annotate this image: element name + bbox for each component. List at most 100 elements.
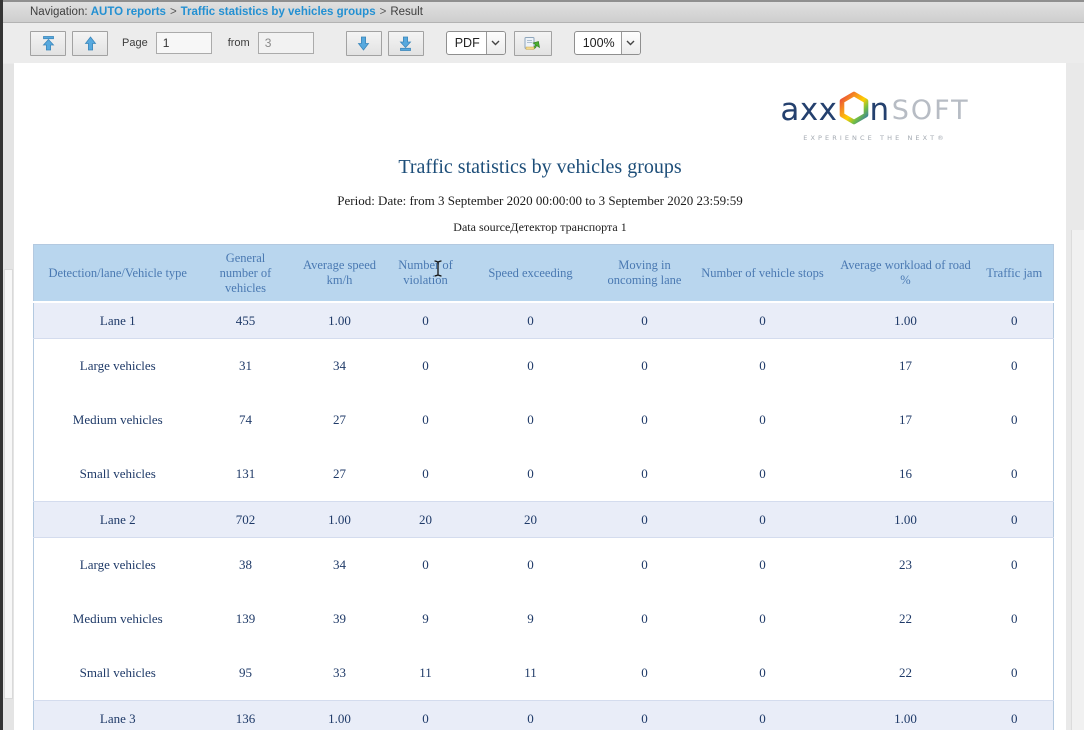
table-cell: 1.00 bbox=[290, 502, 390, 538]
table-cell: 17 bbox=[836, 393, 976, 447]
next-page-button[interactable] bbox=[346, 31, 382, 56]
table-row-lane-2: Lane 27021.002020001.000 bbox=[34, 502, 1054, 538]
logo-text-left: axx bbox=[780, 95, 837, 126]
table-cell: 0 bbox=[462, 447, 600, 502]
table-cell: 139 bbox=[202, 592, 290, 646]
breadcrumb-link-traffic-statistics[interactable]: Traffic statistics by vehicles groups bbox=[181, 6, 376, 18]
table-row-lane-1: Lane 14551.0000001.000 bbox=[34, 302, 1054, 339]
column-header: Moving in oncoming lane bbox=[600, 245, 690, 303]
table-cell: 95 bbox=[202, 646, 290, 701]
table-cell: 20 bbox=[462, 502, 600, 538]
total-pages-field bbox=[258, 32, 314, 54]
arrow-down-to-line-icon bbox=[399, 36, 412, 51]
table-row-medium-vehicles: Medium vehicles139399900220 bbox=[34, 592, 1054, 646]
table-cell: 0 bbox=[690, 447, 836, 502]
logo-text-soft: SOFT bbox=[892, 97, 970, 124]
table-cell: 0 bbox=[976, 701, 1054, 730]
table-cell: Lane 2 bbox=[34, 502, 202, 538]
table-cell: 0 bbox=[976, 302, 1054, 339]
table-cell: 1.00 bbox=[290, 701, 390, 730]
zoom-value: 100% bbox=[575, 36, 621, 50]
report-datasource: Data sourceДетектор транспорта 1 bbox=[14, 220, 1066, 235]
table-cell: Small vehicles bbox=[34, 646, 202, 701]
table-cell: 136 bbox=[202, 701, 290, 730]
table-cell: 0 bbox=[976, 646, 1054, 701]
table-cell: 0 bbox=[600, 339, 690, 394]
table-row-small-vehicles: Small vehicles9533111100220 bbox=[34, 646, 1054, 701]
arrow-up-icon bbox=[84, 36, 97, 51]
table-cell: 34 bbox=[290, 538, 390, 593]
table-cell: 0 bbox=[976, 447, 1054, 502]
table-cell: 455 bbox=[202, 302, 290, 339]
column-header: Average workload of road % bbox=[836, 245, 976, 303]
table-cell: 0 bbox=[462, 302, 600, 339]
column-header: Traffic jam bbox=[976, 245, 1054, 303]
page-label: Page bbox=[122, 37, 148, 49]
breadcrumb-current: Result bbox=[390, 6, 423, 18]
table-cell: 0 bbox=[390, 538, 462, 593]
table-cell: 0 bbox=[976, 393, 1054, 447]
table-cell: 0 bbox=[976, 538, 1054, 593]
toolbar: Page from PDF bbox=[3, 23, 1084, 63]
breadcrumb-label: Navigation: bbox=[30, 6, 91, 18]
table-cell: 9 bbox=[390, 592, 462, 646]
table-cell: 702 bbox=[202, 502, 290, 538]
first-page-button[interactable] bbox=[30, 31, 66, 56]
table-cell: Large vehicles bbox=[34, 339, 202, 394]
table-cell: 0 bbox=[462, 538, 600, 593]
column-header: General number of vehicles bbox=[202, 245, 290, 303]
table-cell: 0 bbox=[690, 592, 836, 646]
table-cell: 0 bbox=[462, 339, 600, 394]
axxonsoft-logo: axx bbox=[772, 91, 978, 142]
last-page-button[interactable] bbox=[388, 31, 424, 56]
table-cell: 27 bbox=[290, 393, 390, 447]
table-cell: 17 bbox=[836, 339, 976, 394]
table-cell: 0 bbox=[690, 538, 836, 593]
table-cell: 0 bbox=[390, 701, 462, 730]
right-scrollbar-track[interactable] bbox=[1071, 230, 1084, 730]
report-period: Period: Date: from 3 September 2020 00:0… bbox=[14, 193, 1066, 209]
column-header: Number of vehicle stops bbox=[690, 245, 836, 303]
table-cell: Large vehicles bbox=[34, 538, 202, 593]
column-header: Average speed km/h bbox=[290, 245, 390, 303]
table-cell: 0 bbox=[690, 646, 836, 701]
table-cell: 11 bbox=[390, 646, 462, 701]
zoom-select[interactable]: 100% bbox=[574, 31, 641, 55]
previous-page-button[interactable] bbox=[72, 31, 108, 56]
table-cell: Lane 1 bbox=[34, 302, 202, 339]
table-cell: 1.00 bbox=[836, 302, 976, 339]
table-cell: 0 bbox=[600, 393, 690, 447]
breadcrumb-link-auto-reports[interactable]: AUTO reports bbox=[91, 6, 166, 18]
export-report-button[interactable] bbox=[514, 31, 552, 56]
table-cell: 0 bbox=[600, 502, 690, 538]
table-cell: 0 bbox=[600, 302, 690, 339]
table-cell: Small vehicles bbox=[34, 447, 202, 502]
export-format-select[interactable]: PDF bbox=[446, 31, 506, 55]
table-cell: 0 bbox=[690, 701, 836, 730]
table-row-large-vehicles: Large vehicles38340000230 bbox=[34, 538, 1054, 593]
page-number-input[interactable] bbox=[156, 32, 212, 54]
left-scrollbar-thumb[interactable] bbox=[4, 269, 13, 699]
table-header-row: Detection/lane/Vehicle typeGeneral numbe… bbox=[34, 245, 1054, 303]
table-cell: 0 bbox=[600, 646, 690, 701]
table-cell: 1.00 bbox=[836, 502, 976, 538]
table-cell: 131 bbox=[202, 447, 290, 502]
table-cell: 1.00 bbox=[290, 302, 390, 339]
table-cell: 39 bbox=[290, 592, 390, 646]
table-cell: 23 bbox=[836, 538, 976, 593]
left-scrollbar-track[interactable] bbox=[3, 64, 14, 730]
table-cell: 0 bbox=[976, 592, 1054, 646]
table-cell: 9 bbox=[462, 592, 600, 646]
table-cell: 0 bbox=[690, 502, 836, 538]
table-cell: 0 bbox=[690, 393, 836, 447]
table-cell: 0 bbox=[390, 447, 462, 502]
table-cell: 0 bbox=[390, 339, 462, 394]
traffic-statistics-table: Detection/lane/Vehicle typeGeneral numbe… bbox=[33, 244, 1054, 730]
chevron-down-icon bbox=[486, 32, 505, 54]
table-cell: 0 bbox=[600, 538, 690, 593]
export-format-value: PDF bbox=[447, 36, 486, 50]
table-cell: 0 bbox=[390, 393, 462, 447]
table-row-lane-3: Lane 31361.0000001.000 bbox=[34, 701, 1054, 730]
column-header: Number of violation bbox=[390, 245, 462, 303]
logo-tagline: EXPERIENCE THE NEXT® bbox=[772, 134, 978, 142]
